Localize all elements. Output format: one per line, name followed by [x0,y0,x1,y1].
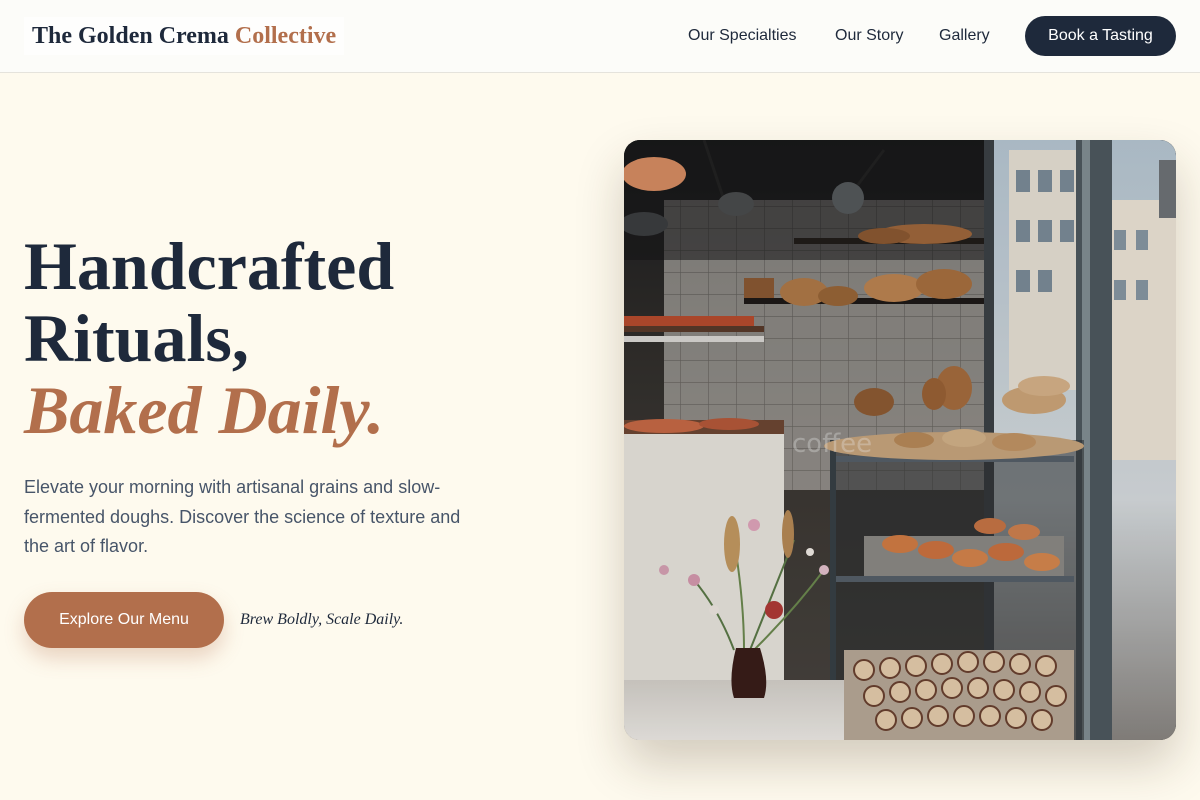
hero-description: Elevate your morning with artisanal grai… [24,477,461,556]
brand-name: The Golden Crema [32,23,229,49]
brand-name-accent: Collective [234,23,337,49]
nav-link-our-story[interactable]: Our Story [835,24,903,48]
hero-title-line-2: Rituals, [24,300,249,376]
hero-title-line-3: Baked Daily. [24,372,385,448]
hero-title-line-1: Handcrafted [24,228,395,304]
hero-tagline: Brew Boldly, Scale Daily. [240,611,404,628]
hero-title: Handcrafted Rituals, Baked Daily. [24,230,544,446]
brand-logo[interactable]: The Golden Crema Collective [24,17,344,55]
explore-menu-button[interactable]: Explore Our Menu [24,592,224,648]
bakery-hero-image: coffee [624,140,1176,740]
site-header: The Golden Crema Collective Our Specialt… [0,0,1200,73]
nav-link-our-specialties[interactable]: Our Specialties [688,24,797,48]
book-tasting-button[interactable]: Book a Tasting [1025,16,1176,56]
nav-link-gallery[interactable]: Gallery [939,24,990,48]
